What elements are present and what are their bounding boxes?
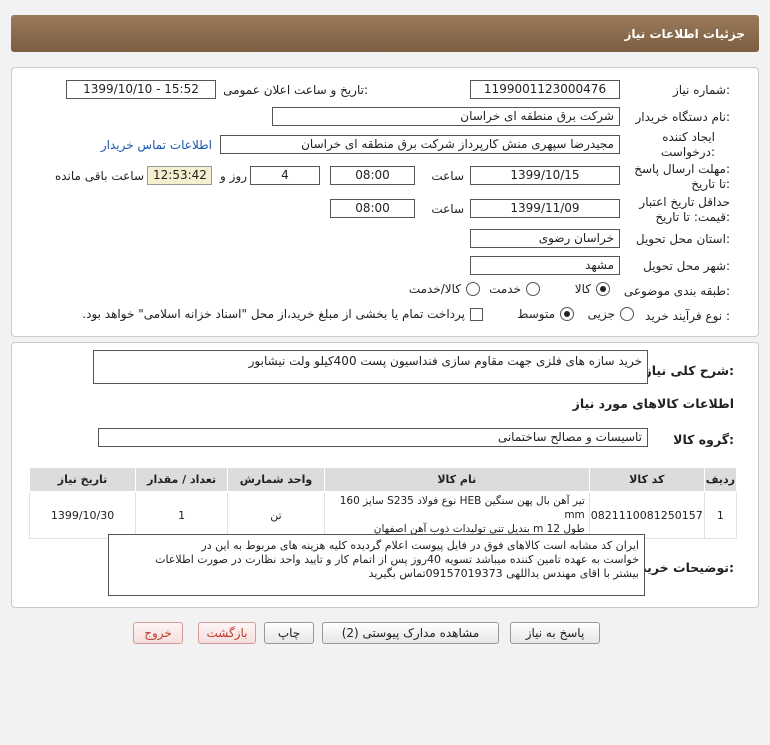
cell-date: 1399/10/30 (28, 491, 137, 539)
table-row: 1 0821110081250157 تیر آهن بال پهن سنگین… (28, 491, 738, 539)
col-code: کد کالا (588, 467, 705, 492)
summary-label: شرح کلی نیاز: (644, 363, 735, 378)
group-field: تاسیسات و مصالح ساختمانی (98, 428, 648, 447)
category-label: طبقه بندی موضوعی: (623, 284, 730, 298)
province-field: خراسان رضوی (470, 229, 620, 248)
buyer-org-label: نام دستگاه خریدار: (635, 110, 731, 124)
cell-code: 0821110081250157 (588, 491, 705, 539)
cell-name: تیر آهن بال پهن سنگین HEB نوع فولاد S235… (323, 491, 590, 539)
col-qty: تعداد / مقدار (135, 467, 229, 492)
remaining-time-field: 12:53:42 (147, 166, 212, 185)
category-option-goods-label: کالا (574, 282, 591, 296)
notes-line-3: بیشتر با اقای مهندس یداللهی 09157019373ت… (368, 567, 639, 580)
validity-label-2: قیمت: تا تاریخ: (655, 210, 730, 224)
process-option-minor-label: جزیی (587, 307, 615, 321)
reply-deadline-label-2: تا تاریخ: (691, 177, 730, 191)
notes-field: ایران کد مشابه است کالاهای فوق در فایل پ… (108, 534, 645, 596)
reply-button[interactable]: پاسخ به نیاز (510, 622, 600, 644)
goods-table: ردیف کد کالا نام کالا واحد شمارش تعداد /… (28, 467, 738, 539)
notes-line-2: خواست به عهده تامین کننده میباشد تسویه 4… (155, 553, 639, 566)
exit-button[interactable]: خروج (133, 622, 183, 644)
back-button[interactable]: بازگشت (198, 622, 256, 644)
treasury-payment-note: پرداخت تمام یا بخشی از مبلغ خرید،از محل … (82, 307, 465, 321)
notes-line-1: ایران کد مشابه است کالاهای فوق در فایل پ… (201, 539, 639, 552)
validity-time-label: ساعت (431, 202, 464, 216)
radio-icon[interactable] (466, 282, 480, 296)
announce-label: تاریخ و ساعت اعلان عمومی: (223, 83, 368, 97)
need-number-field: 1199001123000476 (470, 80, 620, 99)
view-attachments-button[interactable]: مشاهده مدارک پیوستی (2) (322, 622, 499, 644)
reply-date-field: 1399/10/15 (470, 166, 620, 185)
col-date: تاریخ نیاز (28, 467, 137, 492)
validity-label-1: حداقل تاریخ اعتبار (639, 195, 730, 209)
summary-text: خرید سازه های فلزی جهت مقاوم سازی فنداسی… (248, 354, 642, 368)
reply-deadline-label-1: مهلت ارسال پاسخ: (634, 162, 730, 176)
days-field: 4 (250, 166, 320, 185)
reply-time-field: 08:00 (330, 166, 415, 185)
validity-time-field: 08:00 (330, 199, 415, 218)
radio-icon[interactable] (526, 282, 540, 296)
col-unit: واحد شمارش (227, 467, 325, 492)
process-label: نوع فرآیند خرید : (645, 309, 730, 323)
process-option-medium-label: متوسط (517, 307, 555, 321)
page-header: جزئیات اطلاعات نیاز (11, 15, 759, 52)
province-label: استان محل تحویل: (635, 232, 730, 246)
reply-time-label: ساعت (431, 169, 464, 183)
creator-field: مجیدرضا سپهری منش کارپرداز شرکت برق منطق… (220, 135, 620, 154)
category-option-service[interactable]: خدمت (489, 282, 540, 296)
radio-icon[interactable] (620, 307, 634, 321)
summary-field: خرید سازه های فلزی جهت مقاوم سازی فنداسی… (93, 350, 648, 384)
validity-date-field: 1399/11/09 (470, 199, 620, 218)
announce-field: 1399/10/10 - 15:52 (66, 80, 216, 99)
radio-selected-icon[interactable] (596, 282, 610, 296)
city-label: شهر محل تحویل: (643, 259, 730, 273)
contact-buyer-link[interactable]: اطلاعات تماس خریدار (80, 138, 212, 152)
category-option-service-label: خدمت (489, 282, 521, 296)
page-title: جزئیات اطلاعات نیاز (624, 26, 745, 41)
category-option-goods[interactable]: کالا (575, 282, 610, 296)
category-option-goods-service-label: کالا/خدمت (408, 282, 461, 296)
category-option-goods-service[interactable]: کالا/خدمت (409, 282, 480, 296)
cell-qty: 1 (135, 491, 229, 539)
group-label: گروه کالا: (673, 432, 734, 447)
process-option-medium[interactable]: متوسط (517, 307, 574, 321)
cell-name-line1: تیر آهن بال پهن سنگین HEB نوع فولاد S235… (339, 495, 585, 521)
table-header-row: ردیف کد کالا نام کالا واحد شمارش تعداد /… (28, 467, 738, 492)
city-field: مشهد (470, 256, 620, 275)
goods-heading: اطلاعات کالاهای مورد نیاز (572, 396, 734, 411)
creator-label-2: درخواست: (661, 145, 715, 159)
radio-selected-icon[interactable] (560, 307, 574, 321)
cell-unit: تن (227, 491, 325, 539)
remaining-time-label: ساعت باقی مانده (54, 169, 144, 183)
col-row: ردیف (703, 467, 738, 492)
buyer-org-field: شرکت برق منطقه ای خراسان (272, 107, 620, 126)
process-option-minor[interactable]: جزیی (588, 307, 634, 321)
col-name: نام کالا (323, 467, 590, 492)
print-button[interactable]: چاپ (264, 622, 314, 644)
creator-label-1: ایجاد کننده (662, 130, 715, 144)
checkbox-icon[interactable] (470, 307, 483, 321)
day-label: روز و (220, 169, 247, 183)
need-number-label: شماره نیاز: (672, 83, 730, 97)
treasury-payment-option[interactable]: پرداخت تمام یا بخشی از مبلغ خرید،از محل … (82, 307, 483, 321)
cell-row: 1 (703, 491, 738, 539)
